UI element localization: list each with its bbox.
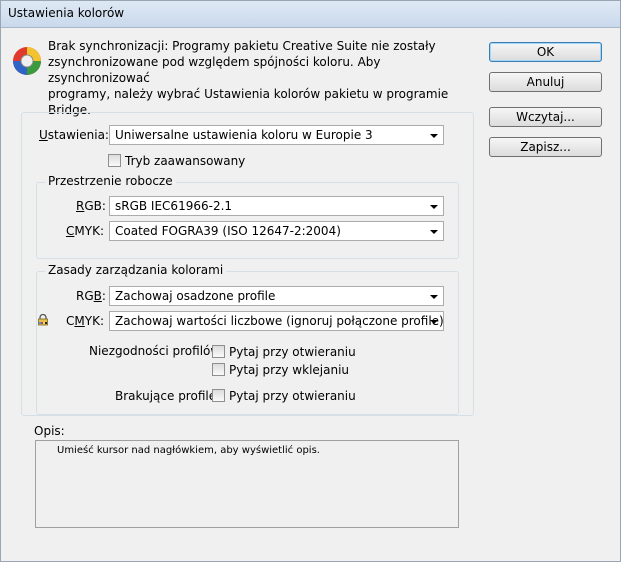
description-box: Umieść kursor nad nagłówkiem, aby wyświe… [35, 440, 459, 528]
policy-cmyk-label-post: YK: [84, 314, 104, 328]
settings-label: Ustawienia: [39, 128, 109, 142]
settings-select[interactable]: Uniwersalne ustawienia koloru w Europie … [109, 125, 444, 145]
color-wheel-icon [13, 47, 41, 75]
ask-when-pasting-label: Pytaj przy wklejaniu [229, 363, 350, 377]
policy-cmyk-select[interactable]: Zachowaj wartości liczbowe (ignoruj połą… [109, 311, 444, 331]
advanced-mode-checkbox[interactable] [108, 154, 121, 167]
ok-button[interactable]: OK [489, 42, 602, 62]
working-cmyk-label: CMYK: [66, 224, 104, 238]
working-spaces-title: Przestrzenie robocze [45, 174, 176, 188]
ask-when-opening-label: Pytaj przy otwieraniu [229, 345, 356, 359]
missing-ask-when-opening-label: Pytaj przy otwieraniu [229, 389, 356, 403]
ask-when-opening-checkbox[interactable] [212, 345, 225, 358]
sync-warning-text: Brak synchronizacji: Programy pakietu Cr… [48, 38, 468, 118]
chevron-down-icon[interactable] [430, 205, 438, 209]
working-rgb-label-text: GB: [84, 199, 106, 213]
title-bar[interactable]: Ustawienia kolorów [1, 1, 620, 28]
sync-warning-line: Brak synchronizacji: Programy pakietu Cr… [48, 39, 436, 53]
cancel-button[interactable]: Anuluj [489, 72, 602, 92]
chevron-down-icon[interactable] [430, 134, 438, 138]
policy-rgb-label-post: : [101, 289, 106, 303]
policy-cmyk-mnemonic: M [74, 314, 85, 328]
chevron-down-icon[interactable] [430, 230, 438, 234]
policy-rgb-select[interactable]: Zachowaj osadzone profile [109, 286, 444, 306]
save-button[interactable]: Zapisz... [489, 137, 602, 157]
settings-label-text: stawienia: [47, 128, 109, 142]
policy-rgb-value: Zachowaj osadzone profile [115, 289, 276, 303]
advanced-mode-label: Tryb zaawansowany [125, 154, 246, 168]
color-policies-title: Zasady zarządzania kolorami [45, 263, 227, 277]
missing-ask-when-opening-checkbox[interactable] [212, 389, 225, 402]
settings-select-value: Uniwersalne ustawienia koloru w Europie … [115, 128, 373, 142]
working-cmyk-label-text: MYK: [74, 224, 104, 238]
load-button[interactable]: Wczytaj... [489, 107, 602, 127]
lock-icon [38, 314, 48, 326]
window-title: Ustawienia kolorów [8, 6, 125, 20]
policy-rgb-label: RGB: [76, 289, 106, 303]
description-text: Umieść kursor nad nagłówkiem, aby wyświe… [57, 445, 320, 456]
working-rgb-value: sRGB IEC61966-2.1 [115, 199, 233, 213]
policy-cmyk-label: CMYK: [66, 314, 104, 328]
policy-rgb-label-pre: RG [76, 289, 94, 303]
working-cmyk-select[interactable]: Coated FOGRA39 (ISO 12647-2:2004) [109, 221, 444, 241]
profile-mismatch-label: Niezgodności profilów: [89, 344, 224, 358]
settings-label-mnemonic: U [39, 128, 48, 142]
sync-warning-line: zsynchronizowane pod względem spójności … [48, 55, 381, 85]
dialog-window: Ustawienia kolorów Brak synchronizacji: … [0, 0, 621, 562]
policy-rgb-mnemonic: B [93, 289, 102, 303]
policy-cmyk-value: Zachowaj wartości liczbowe (ignoruj połą… [115, 314, 444, 328]
working-rgb-label: RGB: [76, 199, 106, 213]
chevron-down-icon[interactable] [430, 295, 438, 299]
working-rgb-select[interactable]: sRGB IEC61966-2.1 [109, 196, 444, 216]
description-label: Opis: [34, 424, 65, 438]
ask-when-pasting-checkbox[interactable] [212, 363, 225, 376]
working-cmyk-value: Coated FOGRA39 (ISO 12647-2:2004) [115, 224, 341, 238]
missing-profiles-label: Brakujące profile: [115, 389, 221, 403]
chevron-down-icon[interactable] [430, 320, 438, 324]
